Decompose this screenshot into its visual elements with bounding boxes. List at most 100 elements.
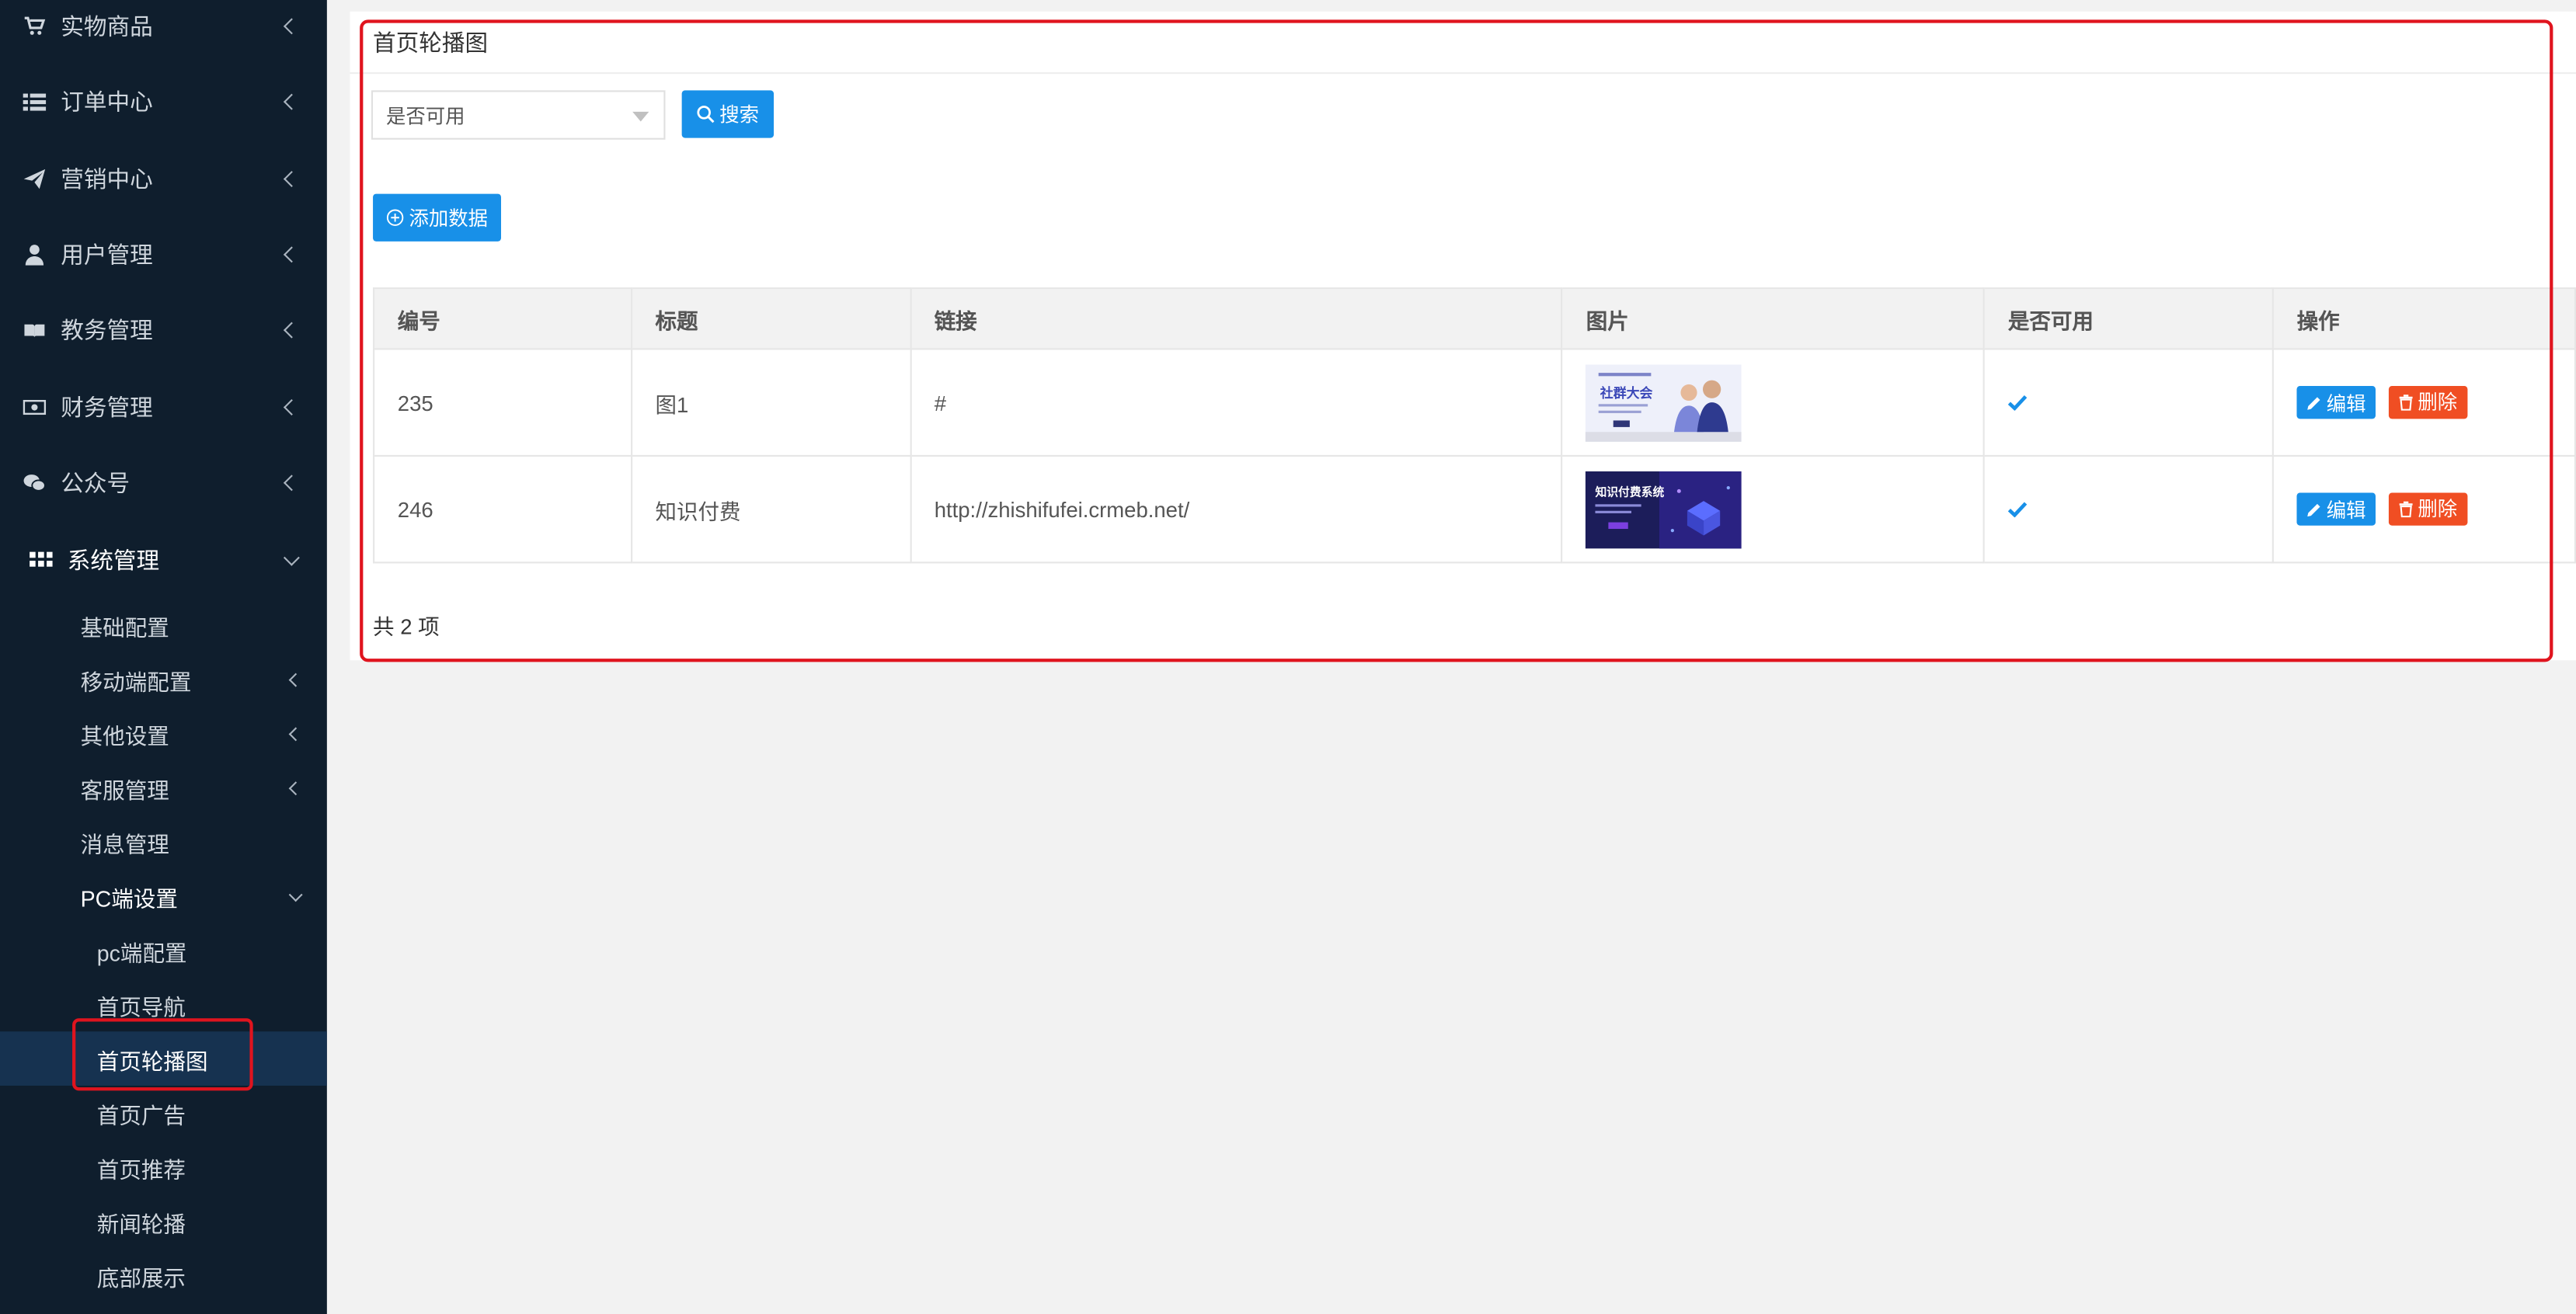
chevron-down-icon [288, 887, 303, 902]
chevron-left-icon [283, 399, 300, 415]
sidebar-pcitem-pc-config[interactable]: pc端配置 [0, 923, 327, 978]
banner-thumbnail-knowledge-payment[interactable]: 知识付费系统 [1586, 470, 1742, 548]
sidebar-pcitem-footer-display[interactable]: 底部展示 [0, 1248, 327, 1302]
column-header-available: 是否可用 [1983, 287, 2275, 350]
cell-id: 235 [373, 348, 632, 457]
sidebar-item-label: 财务管理 [61, 394, 153, 421]
sidebar-subitem-label: PC端设置 [80, 886, 178, 911]
cell-image: 知识付费系统 [1561, 454, 1986, 564]
trash-icon [2398, 394, 2413, 411]
grid-icon [30, 548, 53, 572]
sidebar-item-label: 订单中心 [61, 89, 153, 116]
sidebar-item-system[interactable]: 系统管理 [0, 523, 327, 598]
sidebar-subitem-label: 移动端配置 [80, 669, 192, 694]
sidebar-item-marketing[interactable]: 营销中心 [0, 141, 327, 217]
book-icon [23, 318, 47, 342]
column-header-image: 图片 [1561, 287, 1986, 350]
trash-icon [2398, 501, 2413, 517]
banner-thumbnail-social-conference[interactable]: 社群大会 [1586, 363, 1742, 441]
chevron-left-icon [288, 780, 303, 795]
sidebar-subitem-label: 其他设置 [80, 723, 169, 749]
sidebar-subitem-basic-config[interactable]: 基础配置 [0, 598, 327, 652]
caret-down-icon [632, 111, 649, 122]
cell-link: # [909, 348, 1564, 457]
user-icon [23, 243, 47, 266]
add-data-button[interactable]: 添加数据 [373, 193, 502, 242]
sidebar-pcitem-label: 新闻轮播 [96, 1211, 186, 1236]
cell-link: http://zhishifufei.crmeb.net/ [909, 454, 1564, 564]
add-data-button-label: 添加数据 [409, 207, 489, 231]
sidebar-pcitem-news-carousel[interactable]: 新闻轮播 [0, 1194, 327, 1249]
sidebar-item-physical-goods[interactable]: 实物商品 [0, 0, 327, 64]
sidebar-pcitem-label: 首页广告 [96, 1103, 186, 1128]
sidebar-item-academic[interactable]: 教务管理 [0, 292, 327, 367]
edit-button-label: 编辑 [2326, 391, 2366, 415]
svg-text:社群大会: 社群大会 [1600, 384, 1654, 400]
column-header-title: 标题 [630, 287, 912, 350]
sidebar-pcitem-label: 首页轮播图 [96, 1048, 208, 1074]
sidebar-subitem-pc-settings[interactable]: PC端设置 [0, 869, 327, 923]
chevron-left-icon [283, 246, 300, 263]
sidebar-pcitem-home-carousel[interactable]: 首页轮播图 [0, 1031, 327, 1086]
table-row: 235 图1 # 社群大会 编辑 删除 [373, 348, 2576, 457]
cell-title: 图1 [630, 348, 912, 457]
sidebar: 实物商品 订单中心 营销中心 用户管理 教务管理 财务管理 公众号 系统管理 基… [0, 0, 327, 1314]
pencil-icon [2306, 502, 2321, 517]
column-header-link: 链接 [909, 287, 1564, 350]
search-button-label: 搜索 [719, 103, 760, 127]
sidebar-subitem-customer-service[interactable]: 客服管理 [0, 760, 327, 815]
money-icon [23, 396, 47, 419]
check-icon [2008, 500, 2028, 517]
sidebar-item-label: 实物商品 [61, 12, 153, 40]
sidebar-subitem-messages[interactable]: 消息管理 [0, 815, 327, 869]
sidebar-item-official-account[interactable]: 公众号 [0, 445, 327, 520]
column-header-actions: 操作 [2271, 287, 2576, 350]
cell-id: 246 [373, 454, 632, 564]
availability-select[interactable]: 是否可用 [371, 90, 666, 140]
sidebar-item-finance[interactable]: 财务管理 [0, 370, 327, 445]
check-icon [2008, 394, 2028, 410]
sidebar-pcitem-label: pc端配置 [96, 940, 187, 965]
edit-button[interactable]: 编辑 [2296, 386, 2376, 419]
chevron-left-icon [283, 18, 300, 35]
sidebar-pcitem-label: 首页导航 [96, 994, 186, 1020]
cell-image: 社群大会 [1561, 348, 1986, 457]
total-count: 共 2 项 [373, 614, 440, 639]
sidebar-item-label: 系统管理 [67, 547, 160, 574]
sidebar-subitem-label: 消息管理 [80, 832, 169, 857]
sidebar-pcitem-home-nav[interactable]: 首页导航 [0, 977, 327, 1031]
cell-title: 知识付费 [630, 454, 912, 564]
delete-button[interactable]: 删除 [2388, 492, 2467, 526]
delete-button[interactable]: 删除 [2388, 385, 2467, 419]
wechat-icon [23, 471, 47, 495]
svg-text:知识付费系统: 知识付费系统 [1596, 485, 1665, 499]
chevron-left-icon [283, 171, 300, 188]
sidebar-item-label: 教务管理 [61, 317, 153, 344]
cell-available [1983, 454, 2275, 564]
search-button[interactable]: 搜索 [681, 90, 775, 138]
sidebar-pcitem-home-recommend[interactable]: 首页推荐 [0, 1140, 327, 1194]
sidebar-item-orders[interactable]: 订单中心 [0, 64, 327, 139]
sidebar-item-label: 营销中心 [61, 165, 153, 193]
chevron-left-icon [283, 474, 300, 492]
sidebar-subitem-other-settings[interactable]: 其他设置 [0, 706, 327, 760]
select-value: 是否可用 [385, 104, 465, 127]
chevron-left-icon [288, 672, 303, 687]
table-header-row: 编号 标题 链接 图片 是否可用 操作 [373, 287, 2576, 350]
list-icon [23, 90, 47, 113]
chevron-left-icon [283, 322, 300, 339]
cart-icon [23, 15, 47, 38]
sidebar-pcitem-home-ads[interactable]: 首页广告 [0, 1086, 327, 1140]
edit-button[interactable]: 编辑 [2296, 493, 2376, 527]
carousel-table: 编号 标题 链接 图片 是否可用 操作 235 图1 # 社群大会 编辑 删除 … [373, 287, 2576, 564]
sidebar-pcitem-label: 底部展示 [96, 1265, 186, 1291]
panel-title: 首页轮播图 [350, 12, 2576, 75]
column-header-id: 编号 [373, 287, 632, 350]
cell-actions: 编辑 删除 [2271, 454, 2576, 564]
sidebar-item-users[interactable]: 用户管理 [0, 217, 327, 292]
cell-available [1983, 348, 2275, 457]
chevron-left-icon [283, 93, 300, 110]
pencil-icon [2306, 395, 2321, 410]
sidebar-subitem-mobile-config[interactable]: 移动端配置 [0, 652, 327, 707]
delete-button-label: 删除 [2418, 498, 2458, 521]
